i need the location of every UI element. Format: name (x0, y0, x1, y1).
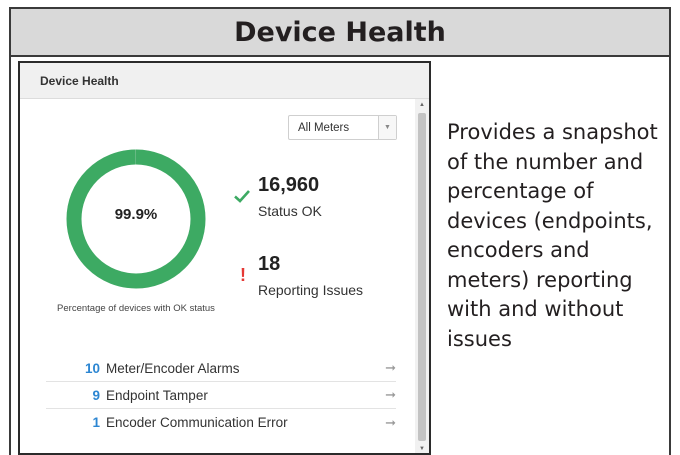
arrow-right-icon[interactable]: ➞ (374, 387, 396, 403)
page-title: Device Health (11, 9, 669, 57)
reporting-issues-label: Reporting Issues (258, 282, 364, 298)
description-text: Provides a snapshot of the number and pe… (447, 120, 658, 351)
arrow-right-icon[interactable]: ➞ (374, 415, 396, 431)
scrollbar-thumb[interactable] (418, 113, 426, 441)
reporting-issues-count: 18 (258, 253, 281, 275)
list-item-encoder-communication-error[interactable]: 1 Encoder Communication Error ➞ (46, 409, 396, 436)
status-ok-count: 16,960 (258, 174, 320, 196)
widget-title: Device Health (20, 63, 429, 99)
vertical-scrollbar[interactable]: ▲ ▼ (415, 99, 429, 453)
exclamation-icon: ! (240, 265, 246, 285)
meter-filter-value: All Meters (298, 121, 350, 134)
scroll-up-icon[interactable]: ▲ (415, 99, 429, 111)
chevron-down-icon[interactable]: ▼ (378, 116, 396, 139)
issue-label: Endpoint Tamper (106, 387, 208, 403)
status-ok-label: Status OK (258, 203, 322, 219)
issue-count: 9 (92, 387, 100, 403)
device-health-widget: Device Health All Meters ▼ 99.9% Percent… (18, 61, 431, 455)
ok-percentage-value: 99.9% (114, 206, 158, 223)
issue-label: Encoder Communication Error (106, 415, 288, 430)
list-item-endpoint-tamper[interactable]: 9 Endpoint Tamper ➞ (46, 382, 396, 409)
issue-list: 10 Meter/Encoder Alarms ➞ 9 Endpoint Tam… (46, 355, 396, 436)
check-icon (234, 190, 250, 203)
list-item-meter-encoder-alarms[interactable]: 10 Meter/Encoder Alarms ➞ (46, 355, 396, 382)
issue-label: Meter/Encoder Alarms (106, 360, 240, 376)
scroll-down-icon[interactable]: ▼ (415, 443, 429, 453)
meter-filter-dropdown[interactable]: All Meters ▼ (288, 115, 397, 140)
issue-count: 1 (92, 415, 100, 430)
donut-caption: Percentage of devices with OK status (57, 303, 215, 314)
issue-count: 10 (84, 360, 100, 376)
arrow-right-icon[interactable]: ➞ (374, 360, 396, 376)
